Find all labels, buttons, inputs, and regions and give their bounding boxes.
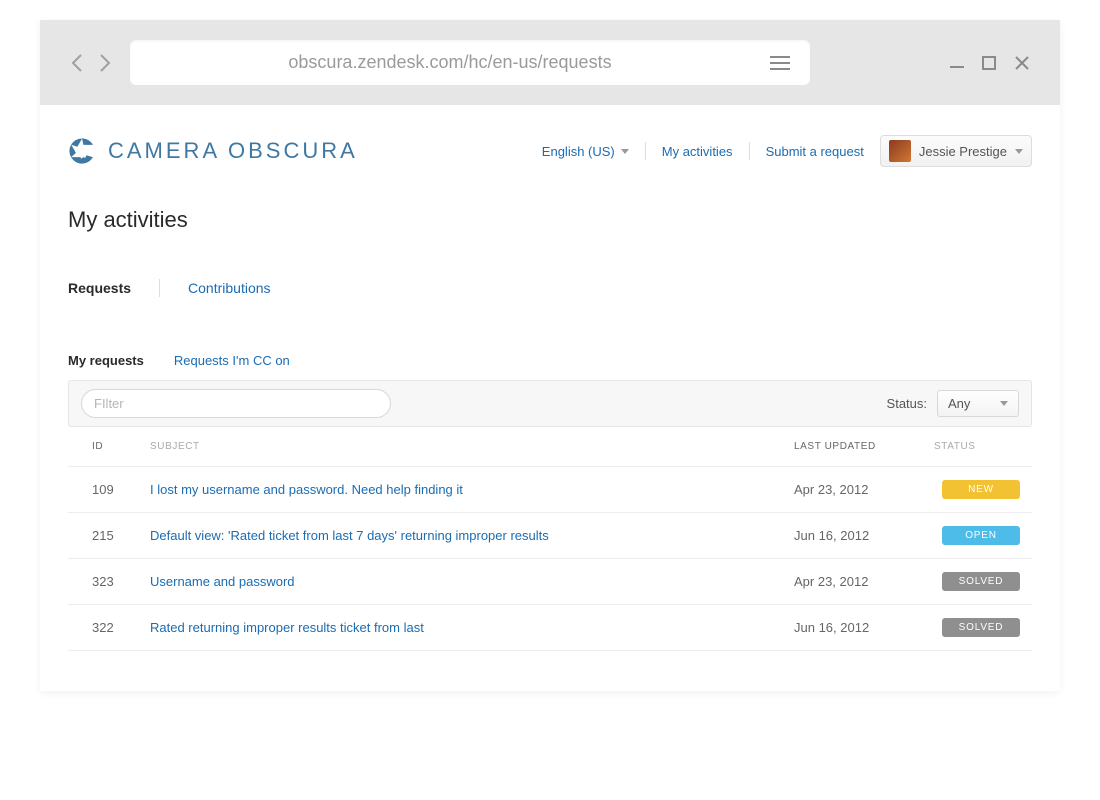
ticket-subject-link[interactable]: I lost my username and password. Need he… xyxy=(150,482,463,497)
status-badge: NEW xyxy=(942,480,1020,499)
dropdown-icon xyxy=(1000,401,1008,406)
ticket-subject-link[interactable]: Default view: 'Rated ticket from last 7 … xyxy=(150,528,549,543)
ticket-date: Jun 16, 2012 xyxy=(782,513,922,559)
ticket-id: 323 xyxy=(68,559,138,605)
brand-name: CAMERA OBSCURA xyxy=(108,138,358,164)
ticket-date: Apr 23, 2012 xyxy=(782,467,922,513)
user-name: Jessie Prestige xyxy=(919,144,1007,159)
status-badge: SOLVED xyxy=(942,572,1020,591)
ticket-id: 215 xyxy=(68,513,138,559)
ticket-id: 322 xyxy=(68,605,138,651)
col-last-updated: LAST UPDATED xyxy=(782,427,922,467)
menu-icon[interactable] xyxy=(770,56,790,70)
divider xyxy=(645,142,646,160)
aperture-icon xyxy=(68,137,96,165)
filter-input[interactable] xyxy=(81,389,391,418)
status-badge: SOLVED xyxy=(942,618,1020,637)
brand-logo[interactable]: CAMERA OBSCURA xyxy=(68,137,358,165)
table-row[interactable]: 109 I lost my username and password. Need… xyxy=(68,467,1032,513)
divider xyxy=(749,142,750,160)
subtab-my-requests[interactable]: My requests xyxy=(68,353,144,368)
tab-requests[interactable]: Requests xyxy=(68,280,131,296)
minimize-button[interactable] xyxy=(950,66,964,68)
close-button[interactable] xyxy=(1014,55,1030,71)
requests-table: ID SUBJECT LAST UPDATED STATUS 109 I lost… xyxy=(68,427,1032,651)
subtab-cc-requests[interactable]: Requests I'm CC on xyxy=(174,353,290,368)
tab-contributions[interactable]: Contributions xyxy=(188,280,271,296)
language-selector[interactable]: English (US) xyxy=(542,144,629,159)
status-label: Status: xyxy=(887,396,927,411)
status-select[interactable]: Any xyxy=(937,390,1019,417)
avatar xyxy=(889,140,911,162)
maximize-button[interactable] xyxy=(982,56,996,70)
status-badge: OPEN xyxy=(942,526,1020,545)
ticket-date: Apr 23, 2012 xyxy=(782,559,922,605)
table-row[interactable]: 323 Username and password Apr 23, 2012 SOLV… xyxy=(68,559,1032,605)
ticket-subject-link[interactable]: Username and password xyxy=(150,574,295,589)
col-id: ID xyxy=(68,427,138,467)
col-subject: SUBJECT xyxy=(138,427,782,467)
user-menu[interactable]: Jessie Prestige xyxy=(880,135,1032,167)
browser-chrome: obscura.zendesk.com/hc/en-us/requests xyxy=(40,20,1060,105)
url-bar[interactable]: obscura.zendesk.com/hc/en-us/requests xyxy=(130,40,810,85)
forward-button[interactable] xyxy=(98,54,112,72)
language-label: English (US) xyxy=(542,144,615,159)
back-button[interactable] xyxy=(70,54,84,72)
page-title: My activities xyxy=(68,207,1032,233)
url-text: obscura.zendesk.com/hc/en-us/requests xyxy=(288,52,611,73)
nav-my-activities[interactable]: My activities xyxy=(662,144,733,159)
filter-toolbar: Status: Any xyxy=(68,380,1032,427)
table-row[interactable]: 322 Rated returning improper results tick… xyxy=(68,605,1032,651)
col-status: STATUS xyxy=(922,427,1032,467)
dropdown-icon xyxy=(621,149,629,154)
divider xyxy=(159,279,160,297)
ticket-date: Jun 16, 2012 xyxy=(782,605,922,651)
ticket-subject-link[interactable]: Rated returning improper results ticket … xyxy=(150,620,424,635)
nav-submit-request[interactable]: Submit a request xyxy=(766,144,864,159)
table-row[interactable]: 215 Default view: 'Rated ticket from last… xyxy=(68,513,1032,559)
ticket-id: 109 xyxy=(68,467,138,513)
status-value: Any xyxy=(948,396,970,411)
dropdown-icon xyxy=(1015,149,1023,154)
